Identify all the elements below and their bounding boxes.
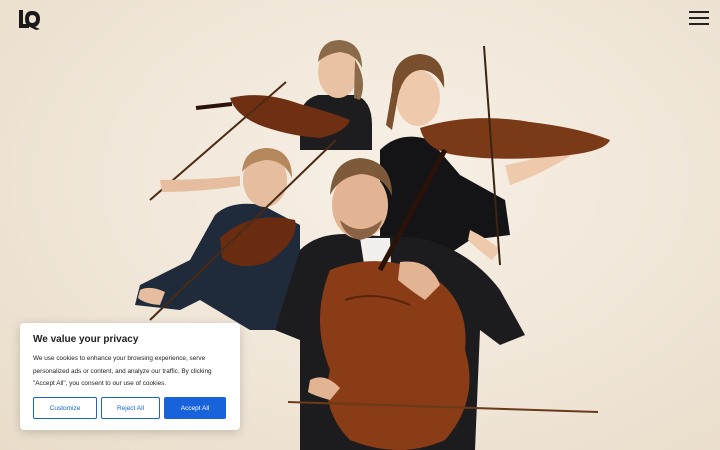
menu-line — [689, 11, 709, 13]
lq-logo[interactable] — [16, 8, 42, 30]
hamburger-menu-icon[interactable] — [686, 8, 712, 28]
cookie-banner-title: We value your privacy — [33, 334, 139, 345]
menu-line — [689, 17, 709, 19]
lq-monogram-logo-icon — [19, 10, 40, 30]
accept-all-button[interactable]: Accept All — [164, 397, 226, 419]
cookie-consent-banner: We value your privacy We use cookies to … — [20, 323, 240, 430]
customize-button[interactable]: Customize — [33, 397, 97, 419]
menu-line — [689, 23, 709, 25]
reject-all-button[interactable]: Reject All — [101, 397, 160, 419]
cookie-banner-actions: Customize Reject All Accept All — [33, 397, 227, 419]
cookie-banner-text: We use cookies to enhance your browsing … — [33, 355, 212, 387]
